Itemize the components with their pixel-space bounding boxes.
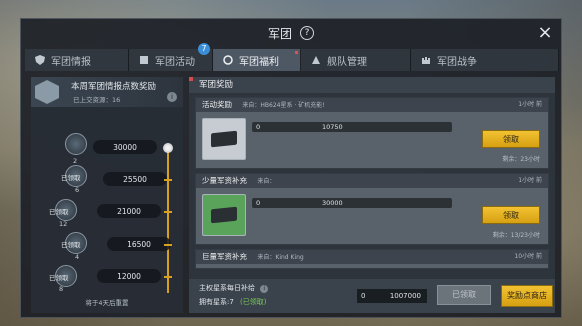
castle-icon — [422, 57, 430, 64]
milestone-count: 8 — [59, 285, 64, 293]
title-bar: 军团 ? — [21, 19, 561, 47]
reward-progress-bar: 0 10750 — [252, 122, 452, 132]
owned-systems: 拥有星系:7 — [199, 298, 234, 306]
supply-amount: 0 1007000 — [357, 289, 427, 303]
tab-guild-intel[interactable]: 军团情报 — [25, 49, 129, 71]
intel-header: 本周军团情报点数奖励 已上交资源：16 i — [31, 77, 183, 107]
help-icon[interactable]: ? — [300, 26, 314, 40]
reward-source: 来自：HB624星系 · 矿机充能! — [242, 102, 325, 109]
progress-track — [167, 147, 169, 293]
remaining-time: 剩余：23小时 — [502, 156, 540, 163]
flag-icon — [140, 56, 148, 64]
fleet-icon — [312, 56, 320, 64]
reward-name: 活动奖励 — [202, 100, 232, 109]
intel-subtitle: 已上交资源：16 — [73, 96, 121, 104]
progress-top-node — [163, 143, 173, 153]
reward-time: 1小时 前 — [518, 177, 542, 184]
supply-label: 主权星系每日补给 — [199, 284, 255, 292]
reward-progress-bar: 0 30000 — [252, 198, 452, 208]
reward-source: 来自：Kind King — [257, 254, 304, 261]
reward-milestone-icon[interactable] — [65, 133, 87, 155]
reward-card: 巨量军资补充 来自：Kind King 10小时 前 — [195, 249, 549, 269]
window-title: 军团 — [267, 26, 292, 41]
milestone-count: 12 — [59, 220, 68, 228]
remaining-time: 剩余：13/23小时 — [492, 232, 540, 239]
milestone-value: 16500 — [107, 237, 171, 251]
milestone-value: 21000 — [97, 204, 161, 218]
reset-timer: 将于4天后重置 — [85, 299, 129, 307]
claimed-label: 已领取 — [61, 174, 81, 182]
claim-button[interactable]: 领取 — [482, 130, 540, 148]
milestone-count: 2 — [73, 157, 78, 165]
guild-rewards-panel: 军团奖励 活动奖励 来自：HB624星系 · 矿机充能! 1小时 前 0 107… — [189, 77, 555, 313]
supply-crate-image — [202, 118, 246, 160]
milestone-count: 4 — [75, 253, 80, 261]
close-icon[interactable]: × — [535, 23, 555, 43]
claimed-label: 已领取 — [49, 274, 69, 282]
guild-panel: 军团 ? × 军团情报 军团活动 7 军团福利 舰队管理 军团战争 本周军团情报… — [20, 18, 562, 318]
milestone-value: 25500 — [103, 172, 167, 186]
claimed-label: 已领取 — [49, 208, 69, 216]
reward-name: 巨量军资补充 — [202, 252, 247, 261]
reward-time: 10小时 前 — [514, 253, 542, 260]
gift-icon — [223, 55, 233, 65]
reward-shop-button[interactable]: 奖励点商店 — [501, 285, 553, 307]
track-tick — [164, 179, 172, 181]
track-tick — [164, 244, 172, 246]
track-tick — [164, 276, 172, 278]
rewards-title: 军团奖励 — [189, 77, 555, 93]
reward-name: 少量军资补充 — [202, 176, 247, 185]
shield-icon — [35, 55, 45, 65]
intel-points-panel: 本周军团情报点数奖励 已上交资源：16 i 30000 2 已领取 25500 … — [31, 77, 183, 313]
reward-card: 少量军资补充 来自： 1小时 前 0 30000 领取 剩余：13/23小时 — [195, 173, 549, 245]
reward-source: 来自： — [257, 178, 276, 185]
supply-crate-image — [202, 194, 246, 236]
guild-logo-icon — [35, 80, 59, 104]
reward-card: 活动奖励 来自：HB624星系 · 矿机充能! 1小时 前 0 10750 领取… — [195, 97, 549, 169]
milestone-value: 12000 — [97, 269, 161, 283]
claimed-button[interactable]: 已领取 — [437, 285, 491, 305]
info-icon[interactable]: i — [167, 92, 177, 102]
info-icon[interactable]: i — [260, 285, 269, 293]
milestone-value: 30000 — [93, 140, 157, 154]
milestone-count: 6 — [75, 186, 80, 194]
tab-fleet-management[interactable]: 舰队管理 — [301, 49, 411, 71]
sovereign-supply-footer: 主权星系每日补给 i 拥有星系:7 (已领取) 0 1007000 已领取 奖励… — [189, 279, 555, 313]
red-dot — [295, 51, 298, 54]
track-tick — [164, 211, 172, 213]
reward-time: 1小时 前 — [518, 101, 542, 108]
tab-bar: 军团情报 军团活动 7 军团福利 舰队管理 军团战争 — [25, 43, 559, 71]
tab-guild-war[interactable]: 军团战争 — [411, 49, 559, 71]
claim-button[interactable]: 领取 — [482, 206, 540, 224]
tab-guild-welfare[interactable]: 军团福利 — [213, 49, 301, 71]
intel-title: 本周军团情报点数奖励 — [71, 82, 157, 92]
claimed-label: 已领取 — [61, 241, 81, 249]
tab-guild-activity[interactable]: 军团活动 7 — [129, 43, 213, 71]
notification-badge: 7 — [198, 43, 210, 55]
claimed-status: (已领取) — [240, 298, 267, 306]
